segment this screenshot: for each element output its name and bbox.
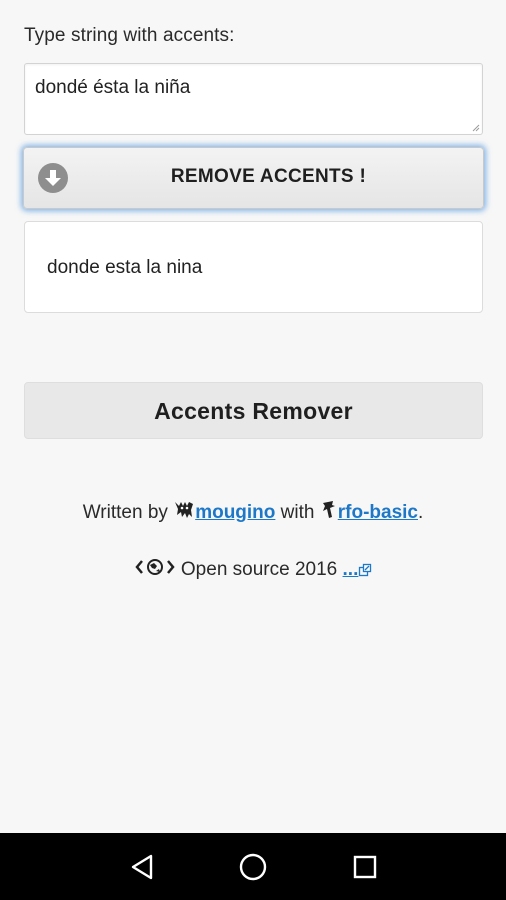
app-title: Accents Remover xyxy=(154,398,353,424)
input-label: Type string with accents: xyxy=(24,25,235,46)
credits-line: Written by mougino with rfo-basic. xyxy=(0,500,506,524)
back-triangle-icon[interactable] xyxy=(127,851,159,883)
remove-accents-label: REMOVE ACCENTS ! xyxy=(170,166,367,187)
resize-grip-icon[interactable] xyxy=(472,124,480,132)
android-nav-bar xyxy=(0,833,506,900)
accent-input-field[interactable] xyxy=(35,77,465,99)
remove-accents-button[interactable]: REMOVE ACCENTS ! xyxy=(23,147,484,209)
credits-suffix: . xyxy=(418,502,424,523)
code-globe-icon xyxy=(134,559,175,575)
result-box: donde esta la nina xyxy=(24,221,483,313)
external-link-icon[interactable] xyxy=(358,563,372,577)
rfo-logo-icon xyxy=(322,501,335,518)
opensource-link[interactable]: ... xyxy=(343,559,359,580)
opensource-line: Open source 2016 ... xyxy=(0,557,506,581)
author-logo-icon xyxy=(175,502,194,518)
accent-input-box[interactable] xyxy=(24,63,483,135)
result-text: donde esta la nina xyxy=(47,257,203,278)
home-circle-icon[interactable] xyxy=(237,851,269,883)
app-title-bar: Accents Remover xyxy=(24,382,483,439)
credits-middle: with xyxy=(280,502,315,523)
author-link[interactable]: mougino xyxy=(195,502,275,523)
app-screen: Type string with accents: REMOVE ACCENTS… xyxy=(0,0,506,833)
recent-square-icon[interactable] xyxy=(349,851,381,883)
rfo-basic-link[interactable]: rfo-basic xyxy=(338,502,418,523)
credits-prefix: Written by xyxy=(82,502,168,523)
opensource-text: Open source 2016 xyxy=(180,559,338,580)
